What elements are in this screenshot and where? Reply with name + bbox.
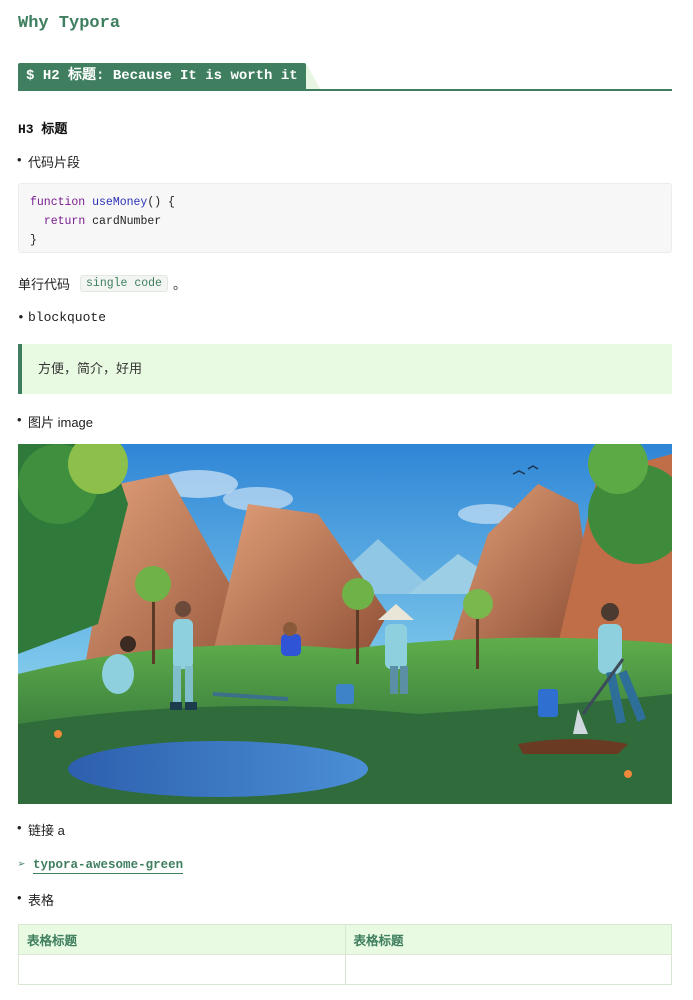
code-block[interactable]: function useMoney() { return cardNumber … bbox=[18, 183, 672, 253]
inline-code-paragraph: 单行代码 single code 。 bbox=[18, 274, 186, 293]
code-text: () { bbox=[147, 196, 175, 209]
inline-punct: 。 bbox=[172, 277, 186, 292]
list-item-link: 链接 a bbox=[17, 820, 65, 839]
h3-heading: H3 标题 bbox=[18, 122, 68, 137]
page-title: Why Typora bbox=[18, 14, 121, 33]
table-header-cell[interactable]: 表格标题 bbox=[344, 924, 672, 955]
code-line-1: function useMoney() { bbox=[30, 193, 660, 212]
code-keyword: return bbox=[43, 215, 86, 228]
inline-code: single code bbox=[80, 275, 168, 292]
table-cell[interactable] bbox=[344, 954, 672, 985]
code-line-3: } bbox=[30, 234, 37, 247]
table-cell[interactable] bbox=[18, 954, 346, 985]
code-function-name: useMoney bbox=[92, 196, 148, 209]
list-item-code: 代码片段 bbox=[17, 152, 80, 171]
table-header-row: 表格标题 表格标题 bbox=[18, 924, 672, 955]
illustration-image bbox=[18, 444, 672, 804]
list-item-image: 图片 image bbox=[17, 412, 93, 431]
h2-tail-decoration bbox=[306, 63, 320, 89]
list-item-blockquote: blockquote bbox=[17, 310, 106, 325]
table-row bbox=[18, 954, 672, 985]
list-item-table: 表格 bbox=[17, 890, 54, 909]
h2-prefix: $ bbox=[26, 68, 35, 84]
data-table: 表格标题 表格标题 bbox=[18, 924, 672, 985]
blockquote: 方便，简介，好用 bbox=[18, 344, 672, 394]
code-line-2: return cardNumber bbox=[30, 212, 660, 231]
h2-text: H2 标题: Because It is worth it bbox=[42, 68, 298, 84]
code-text: cardNumber bbox=[85, 215, 162, 228]
link-arrow-icon: ➢ bbox=[18, 858, 26, 872]
table-header-cell[interactable]: 表格标题 bbox=[18, 924, 346, 955]
h2-heading: $ H2 标题: Because It is worth it bbox=[18, 63, 672, 91]
link-text[interactable]: typora-awesome-green bbox=[33, 858, 184, 874]
code-keyword: function bbox=[30, 196, 86, 209]
typora-awesome-green-link[interactable]: ➢ typora-awesome-green bbox=[18, 856, 184, 874]
tree-planting-illustration-icon bbox=[18, 444, 672, 804]
inline-text: 单行代码 bbox=[18, 277, 71, 292]
h2-badge: $ H2 标题: Because It is worth it bbox=[18, 63, 306, 89]
